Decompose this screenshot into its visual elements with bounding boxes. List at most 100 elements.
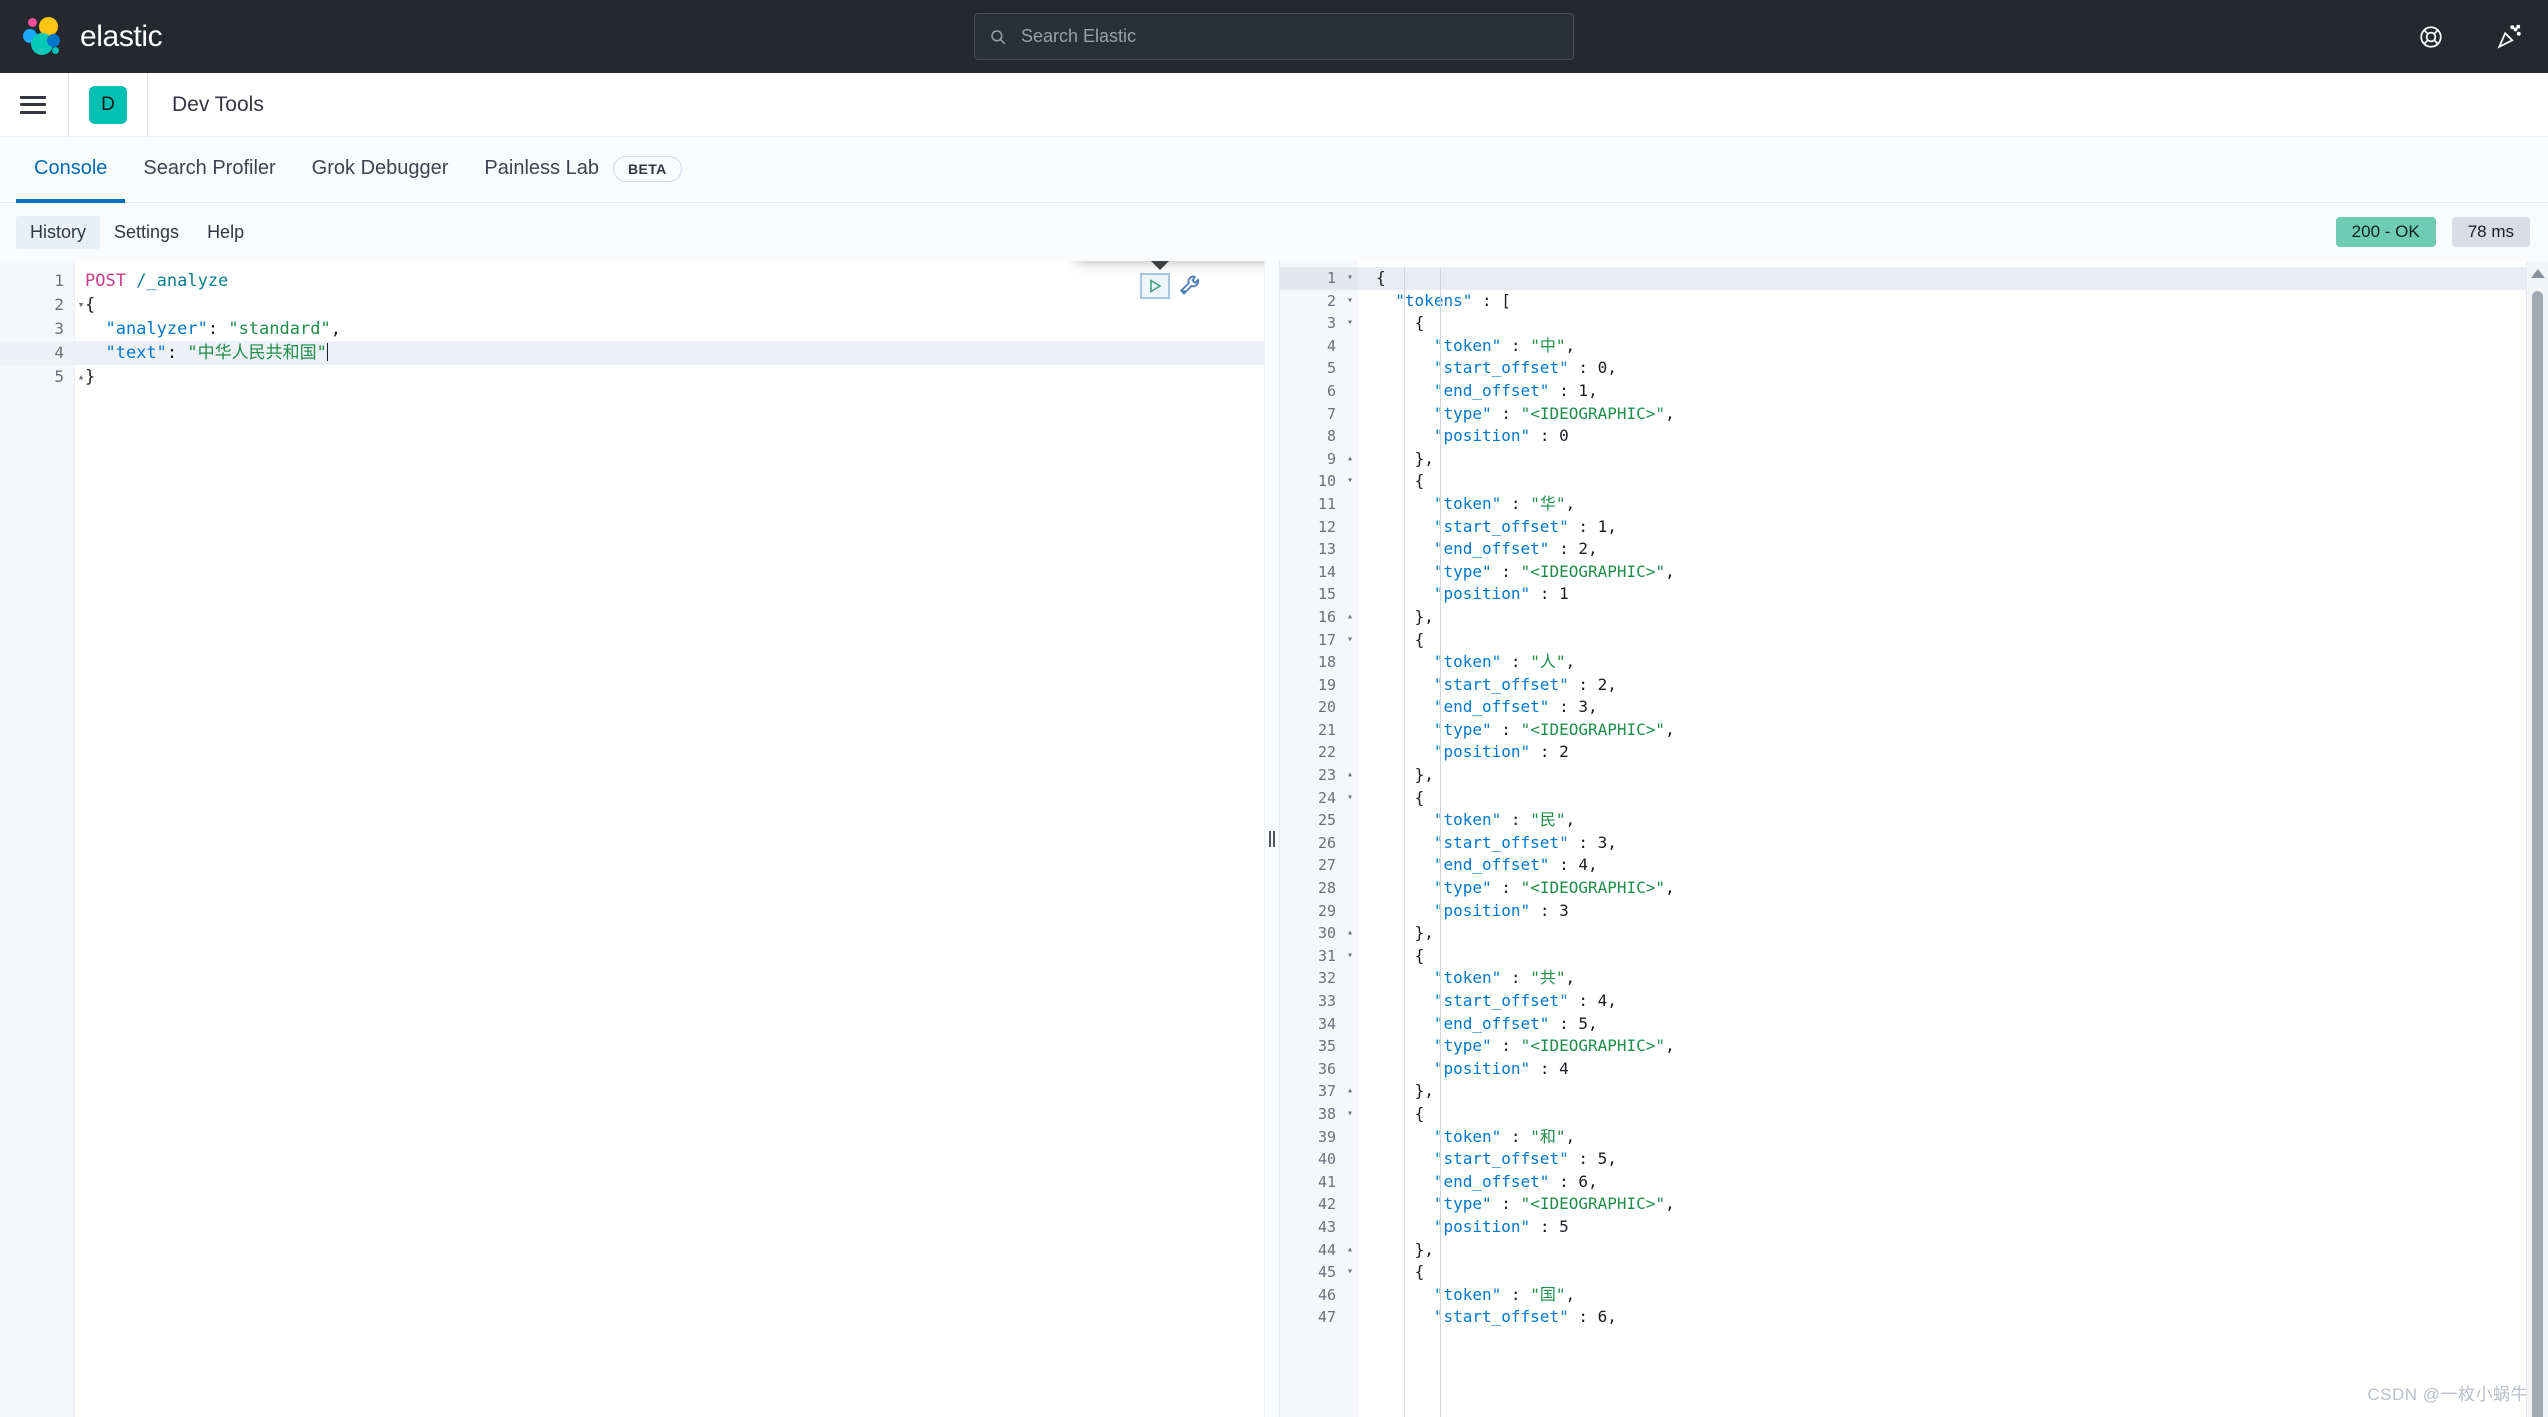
code-line[interactable]: "token" : "人", [1358, 651, 2548, 674]
wrench-icon[interactable] [1178, 273, 1204, 299]
code-line[interactable]: "token" : "共", [1358, 967, 2548, 990]
code-line[interactable]: "start_offset" : 0, [1358, 357, 2548, 380]
code-token: POST [85, 271, 136, 291]
menu-history[interactable]: History [16, 216, 100, 249]
code-fold-toggle-icon[interactable]: ▴ [1347, 922, 1353, 945]
code-line[interactable]: "type" : "<IDEOGRAPHIC>", [1358, 1193, 2548, 1216]
code-line[interactable]: }, [1358, 764, 2548, 787]
code-line[interactable]: "token" : "华", [1358, 493, 2548, 516]
code-line[interactable]: }, [1358, 1080, 2548, 1103]
code-line[interactable]: }, [1358, 448, 2548, 471]
code-line[interactable]: "start_offset" : 4, [1358, 990, 2548, 1013]
code-line[interactable]: { [1358, 267, 2548, 290]
code-line[interactable]: "tokens" : [ [1358, 290, 2548, 313]
menu-help[interactable]: Help [193, 216, 258, 249]
code-fold-toggle-icon[interactable]: ▾ [1347, 290, 1353, 313]
tab-grok-debugger[interactable]: Grok Debugger [294, 138, 467, 203]
request-code[interactable]: POST /_analyze{ "analyzer": "standard", … [75, 261, 1264, 1417]
hamburger-menu-icon[interactable] [20, 96, 46, 114]
cheer-icon[interactable] [2496, 24, 2522, 50]
code-line[interactable]: POST /_analyze [75, 269, 1264, 293]
tab-search-profiler[interactable]: Search Profiler [125, 138, 293, 203]
code-fold-toggle-icon[interactable]: ▾ [1347, 1103, 1353, 1126]
code-line[interactable]: "start_offset" : 2, [1358, 674, 2548, 697]
code-line[interactable]: "start_offset" : 5, [1358, 1148, 2548, 1171]
code-line[interactable]: } [75, 365, 1264, 389]
code-line[interactable]: "end_offset" : 3, [1358, 696, 2548, 719]
code-line[interactable]: { [1358, 312, 2548, 335]
code-line[interactable]: { [75, 293, 1264, 317]
code-fold-toggle-icon[interactable]: ▴ [1347, 764, 1353, 787]
code-line[interactable]: "type" : "<IDEOGRAPHIC>", [1358, 1035, 2548, 1058]
code-line[interactable]: "type" : "<IDEOGRAPHIC>", [1358, 561, 2548, 584]
code-line[interactable]: "type" : "<IDEOGRAPHIC>", [1358, 877, 2548, 900]
line-number: 10▾ [1280, 470, 1358, 493]
code-line[interactable]: "position" : 5 [1358, 1216, 2548, 1239]
code-line[interactable]: }, [1358, 1239, 2548, 1262]
search-box[interactable] [974, 13, 1574, 60]
code-fold-toggle-icon[interactable]: ▾ [1347, 267, 1353, 290]
code-fold-toggle-icon[interactable]: ▾ [1347, 945, 1353, 968]
code-line[interactable]: "token" : "中", [1358, 335, 2548, 358]
code-line[interactable]: "text": "中华人民共和国" [75, 341, 1264, 365]
code-line[interactable]: "analyzer": "standard", [75, 317, 1264, 341]
code-line[interactable]: "position" : 0 [1358, 425, 2548, 448]
elastic-brand[interactable]: elastic [22, 16, 162, 58]
line-number: 4 [1280, 335, 1358, 358]
pane-splitter[interactable] [1264, 261, 1280, 1417]
scrollbar-thumb[interactable] [2532, 291, 2543, 1417]
code-line[interactable]: "end_offset" : 4, [1358, 854, 2548, 877]
code-line[interactable]: "end_offset" : 2, [1358, 538, 2548, 561]
request-editor[interactable]: 12▾345▴ POST /_analyze{ "analyzer": "sta… [0, 261, 1264, 1417]
code-token: { [85, 295, 95, 315]
code-line[interactable]: { [1358, 470, 2548, 493]
code-line[interactable]: "token" : "国", [1358, 1284, 2548, 1307]
code-line[interactable]: "end_offset" : 6, [1358, 1171, 2548, 1194]
code-line[interactable]: "start_offset" : 3, [1358, 832, 2548, 855]
code-fold-toggle-icon[interactable]: ▾ [1347, 1261, 1353, 1284]
code-line[interactable]: "type" : "<IDEOGRAPHIC>", [1358, 719, 2548, 742]
play-request-icon[interactable] [1140, 273, 1170, 299]
code-line[interactable]: "start_offset" : 6, [1358, 1306, 2548, 1329]
code-line[interactable]: "position" : 3 [1358, 900, 2548, 923]
response-viewer[interactable]: 1▾2▾3▾456789▴10▾111213141516▴17▾18192021… [1280, 261, 2548, 1417]
code-fold-toggle-icon[interactable]: ▾ [1347, 470, 1353, 493]
code-fold-toggle-icon[interactable]: ▾ [1347, 629, 1353, 652]
search-input[interactable] [1021, 26, 1559, 47]
code-line[interactable]: "position" : 2 [1358, 741, 2548, 764]
code-fold-toggle-icon[interactable]: ▾ [1347, 312, 1353, 335]
code-line[interactable]: "type" : "<IDEOGRAPHIC>", [1358, 403, 2548, 426]
tab-label: Painless Lab [484, 157, 599, 180]
code-fold-toggle-icon[interactable]: ▴ [1347, 448, 1353, 471]
code-fold-toggle-icon[interactable]: ▴ [1347, 606, 1353, 629]
line-number: 22 [1280, 741, 1358, 764]
code-line[interactable]: { [1358, 1261, 2548, 1284]
code-fold-toggle-icon[interactable]: ▴ [1347, 1239, 1353, 1262]
global-search[interactable] [974, 13, 1574, 60]
code-fold-toggle-icon[interactable]: ▴ [1347, 1080, 1353, 1103]
menu-settings[interactable]: Settings [100, 216, 193, 249]
code-line[interactable]: "position" : 4 [1358, 1058, 2548, 1081]
code-line[interactable]: }, [1358, 922, 2548, 945]
code-token: "analyzer" [105, 319, 207, 339]
code-line[interactable]: { [1358, 945, 2548, 968]
code-line[interactable]: "start_offset" : 1, [1358, 516, 2548, 539]
line-number: 39 [1280, 1126, 1358, 1149]
code-line[interactable]: "token" : "民", [1358, 809, 2548, 832]
response-scrollbar[interactable] [2526, 261, 2548, 1417]
tab-console[interactable]: Console [16, 138, 125, 203]
code-line[interactable]: { [1358, 1103, 2548, 1126]
code-line[interactable]: "token" : "和", [1358, 1126, 2548, 1149]
scroll-up-arrow[interactable] [2531, 269, 2545, 278]
code-line[interactable]: "position" : 1 [1358, 583, 2548, 606]
code-line[interactable]: { [1358, 629, 2548, 652]
tab-painless-lab[interactable]: Painless Lab BETA [466, 138, 699, 203]
code-line[interactable]: }, [1358, 606, 2548, 629]
code-line[interactable]: "end_offset" : 1, [1358, 380, 2548, 403]
code-line[interactable]: { [1358, 787, 2548, 810]
space-avatar[interactable]: D [89, 86, 127, 124]
code-fold-toggle-icon[interactable]: ▾ [1347, 787, 1353, 810]
lifebuoy-icon[interactable] [2418, 24, 2444, 50]
response-code[interactable]: { "tokens" : [ { "token" : "中", "start_o… [1358, 261, 2548, 1417]
code-line[interactable]: "end_offset" : 5, [1358, 1013, 2548, 1036]
